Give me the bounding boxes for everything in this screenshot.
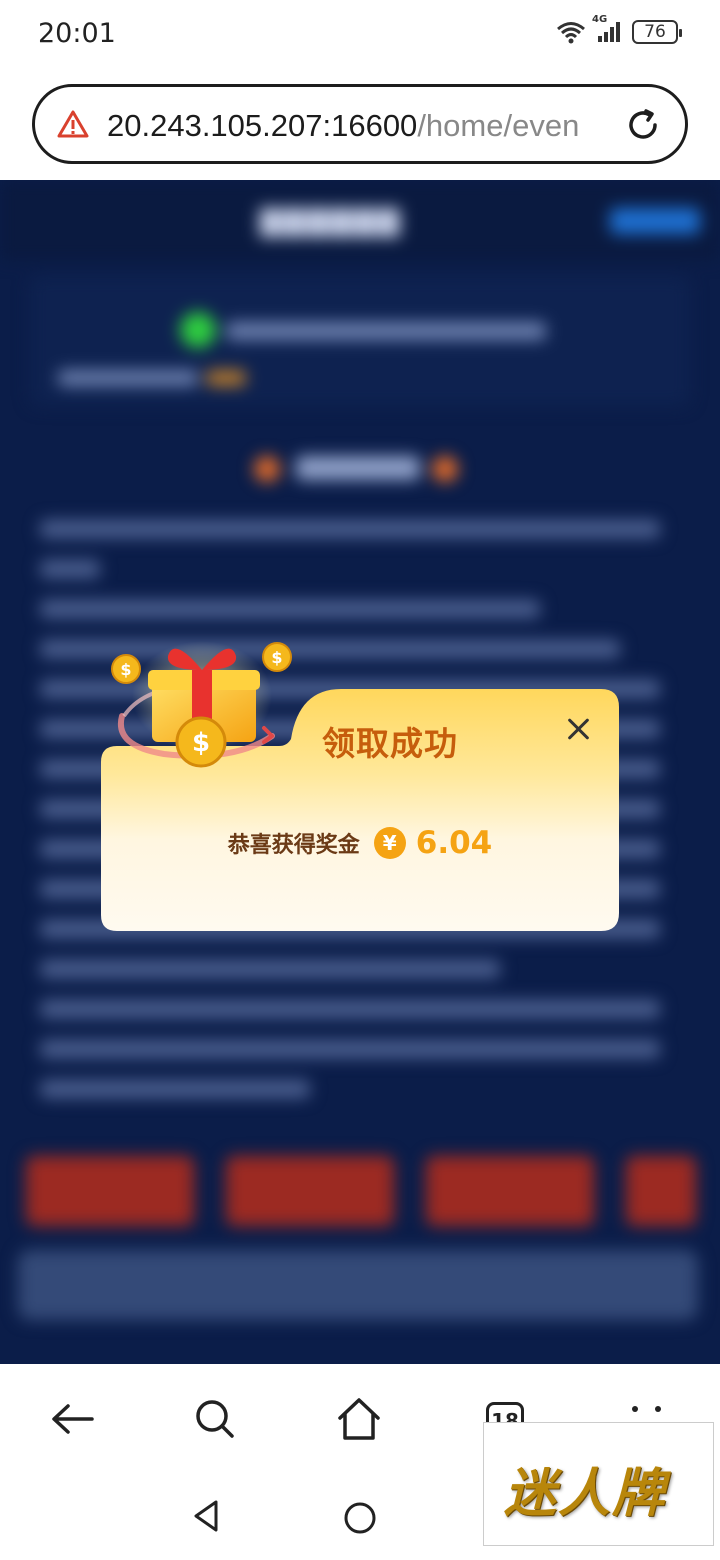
text-placeholder [58,370,198,386]
banner-thumbnail [426,1156,594,1226]
text-placeholder [40,960,500,978]
yen-coin-icon: ¥ [373,827,406,859]
reward-row: 恭喜获得奖金 ¥ 6.04 [101,825,619,861]
text-placeholder [40,560,100,578]
svg-text:$: $ [192,728,210,758]
close-button[interactable] [563,714,593,744]
reward-amount: 6.04 [415,825,493,861]
decor-dot [432,456,458,482]
page-header-placeholder: ▇▇▇▇▇▇ [0,180,720,260]
status-time: 20:01 [38,18,116,49]
status-bar: 20:01 4G 76 [0,0,720,70]
text-placeholder [40,520,660,538]
page-bottom-button-placeholder [18,1250,698,1320]
status-dot [180,312,216,348]
text-placeholder [40,1000,660,1018]
text-placeholder [206,370,246,386]
menu-icon[interactable] [630,1406,670,1416]
url-path: /home/even [417,108,580,143]
banner-thumbnail [626,1156,696,1226]
home-icon[interactable] [334,1394,384,1444]
decor-dot [254,456,280,482]
heading-placeholder [296,456,420,480]
page-title-placeholder: ▇▇▇▇▇▇ [260,204,402,237]
reload-icon[interactable] [623,105,663,149]
nav-back-icon[interactable] [190,1498,222,1534]
address-bar[interactable]: 20.243.105.207:16600/home/even [32,84,688,164]
url-input[interactable]: 20.243.105.207:16600/home/even [107,107,627,145]
watermark-text: 迷人牌 [504,1463,667,1524]
gift-box-icon: $ $ $ [111,641,292,768]
banner-thumbnail [226,1156,394,1226]
watermark-logo: 迷人牌 [483,1422,714,1546]
text-placeholder [40,1080,310,1098]
reward-label: 恭喜获得奖金 [227,833,360,858]
text-placeholder [40,1040,660,1058]
network-type-label: 4G [592,14,608,25]
svg-text:$: $ [120,660,131,679]
battery-indicator: 76 [632,20,682,44]
wifi-icon [556,20,586,44]
modal-title: 领取成功 [322,724,458,763]
page-header-button-placeholder [610,208,700,234]
status-icons: 4G 76 [556,14,682,44]
signal-icon: 4G [592,14,624,44]
page-card-placeholder [30,276,690,406]
url-host: 20.243.105.207:16600 [107,108,418,143]
banner-thumbnail [26,1156,194,1226]
text-placeholder [40,600,540,618]
svg-text:$: $ [271,648,282,667]
nav-home-icon[interactable] [342,1500,378,1536]
warning-icon[interactable] [57,109,89,143]
search-icon[interactable] [190,1394,240,1444]
back-icon[interactable] [48,1394,98,1444]
text-placeholder [226,322,546,340]
